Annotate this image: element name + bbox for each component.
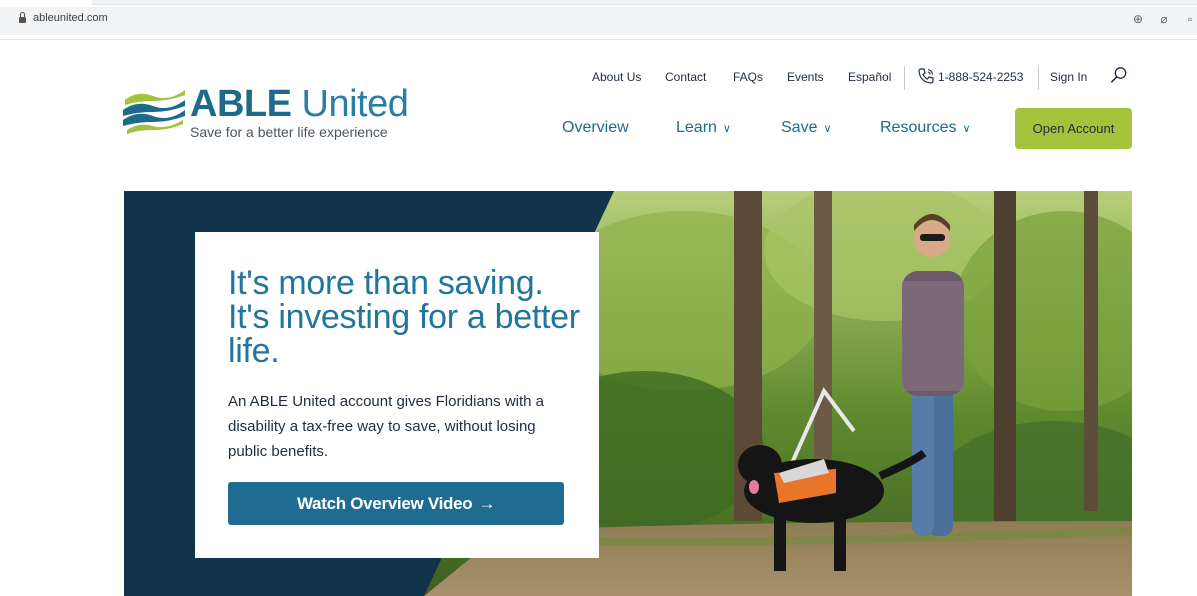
watch-overview-video-button[interactable]: Watch Overview Video → bbox=[228, 482, 564, 525]
browser-tab-strip bbox=[92, 0, 1197, 5]
nav-divider bbox=[1038, 66, 1039, 90]
address-bar-icons: ⊕ ⌀ ▫ bbox=[1131, 12, 1197, 26]
logo-tagline: Save for a better life experience bbox=[190, 124, 388, 140]
logo-waves-icon bbox=[123, 90, 185, 134]
nav-save-label: Save bbox=[781, 119, 818, 136]
utility-nav: About Us Contact FAQs Events Español 1-8… bbox=[0, 62, 1197, 92]
nav-save[interactable]: Save ∨ bbox=[781, 119, 832, 137]
open-account-button[interactable]: Open Account bbox=[1015, 108, 1132, 149]
eye-off-icon[interactable]: ⌀ bbox=[1157, 12, 1171, 26]
address-field[interactable] bbox=[0, 7, 1197, 35]
phone-number-link[interactable]: 1-888-524-2253 bbox=[938, 70, 1023, 84]
nav-learn[interactable]: Learn ∨ bbox=[676, 119, 731, 137]
search-icon[interactable] bbox=[1110, 66, 1128, 84]
nav-events[interactable]: Events bbox=[787, 70, 824, 84]
chevron-down-icon: ∨ bbox=[962, 123, 971, 135]
zoom-icon[interactable]: ⊕ bbox=[1131, 12, 1145, 26]
hero-title: It's more than saving. It's investing fo… bbox=[228, 264, 580, 370]
nav-divider bbox=[904, 66, 905, 90]
url-text[interactable]: ableunited.com bbox=[33, 12, 108, 24]
lock-icon[interactable] bbox=[19, 12, 26, 24]
able-united-logo[interactable]: ABLE United Save for a better life exper… bbox=[123, 84, 409, 142]
phone-icon bbox=[918, 68, 934, 84]
nav-espanol[interactable]: Español bbox=[848, 70, 891, 84]
hero-text-panel: It's more than saving. It's investing fo… bbox=[195, 232, 599, 558]
nav-contact[interactable]: Contact bbox=[665, 70, 706, 84]
nav-resources-label: Resources bbox=[880, 119, 957, 136]
watch-button-label: Watch Overview Video bbox=[296, 493, 473, 513]
sign-in-link[interactable]: Sign In bbox=[1050, 70, 1087, 84]
nav-overview[interactable]: Overview bbox=[562, 119, 629, 137]
nav-about-us[interactable]: About Us bbox=[592, 70, 641, 84]
chevron-down-icon: ∨ bbox=[722, 123, 731, 135]
browser-address-bar: ableunited.com ⊕ ⌀ ▫ bbox=[0, 0, 1197, 40]
nav-faqs[interactable]: FAQs bbox=[733, 70, 763, 84]
hero-description: An ABLE United account gives Floridians … bbox=[228, 393, 545, 460]
arrow-right-icon: → bbox=[478, 493, 496, 513]
nav-learn-label: Learn bbox=[676, 119, 717, 136]
extension-icon[interactable]: ▫ bbox=[1183, 12, 1197, 26]
chevron-down-icon: ∨ bbox=[823, 123, 832, 135]
nav-resources[interactable]: Resources ∨ bbox=[880, 119, 971, 137]
hero-section: It's more than saving. It's investing fo… bbox=[124, 191, 1132, 596]
